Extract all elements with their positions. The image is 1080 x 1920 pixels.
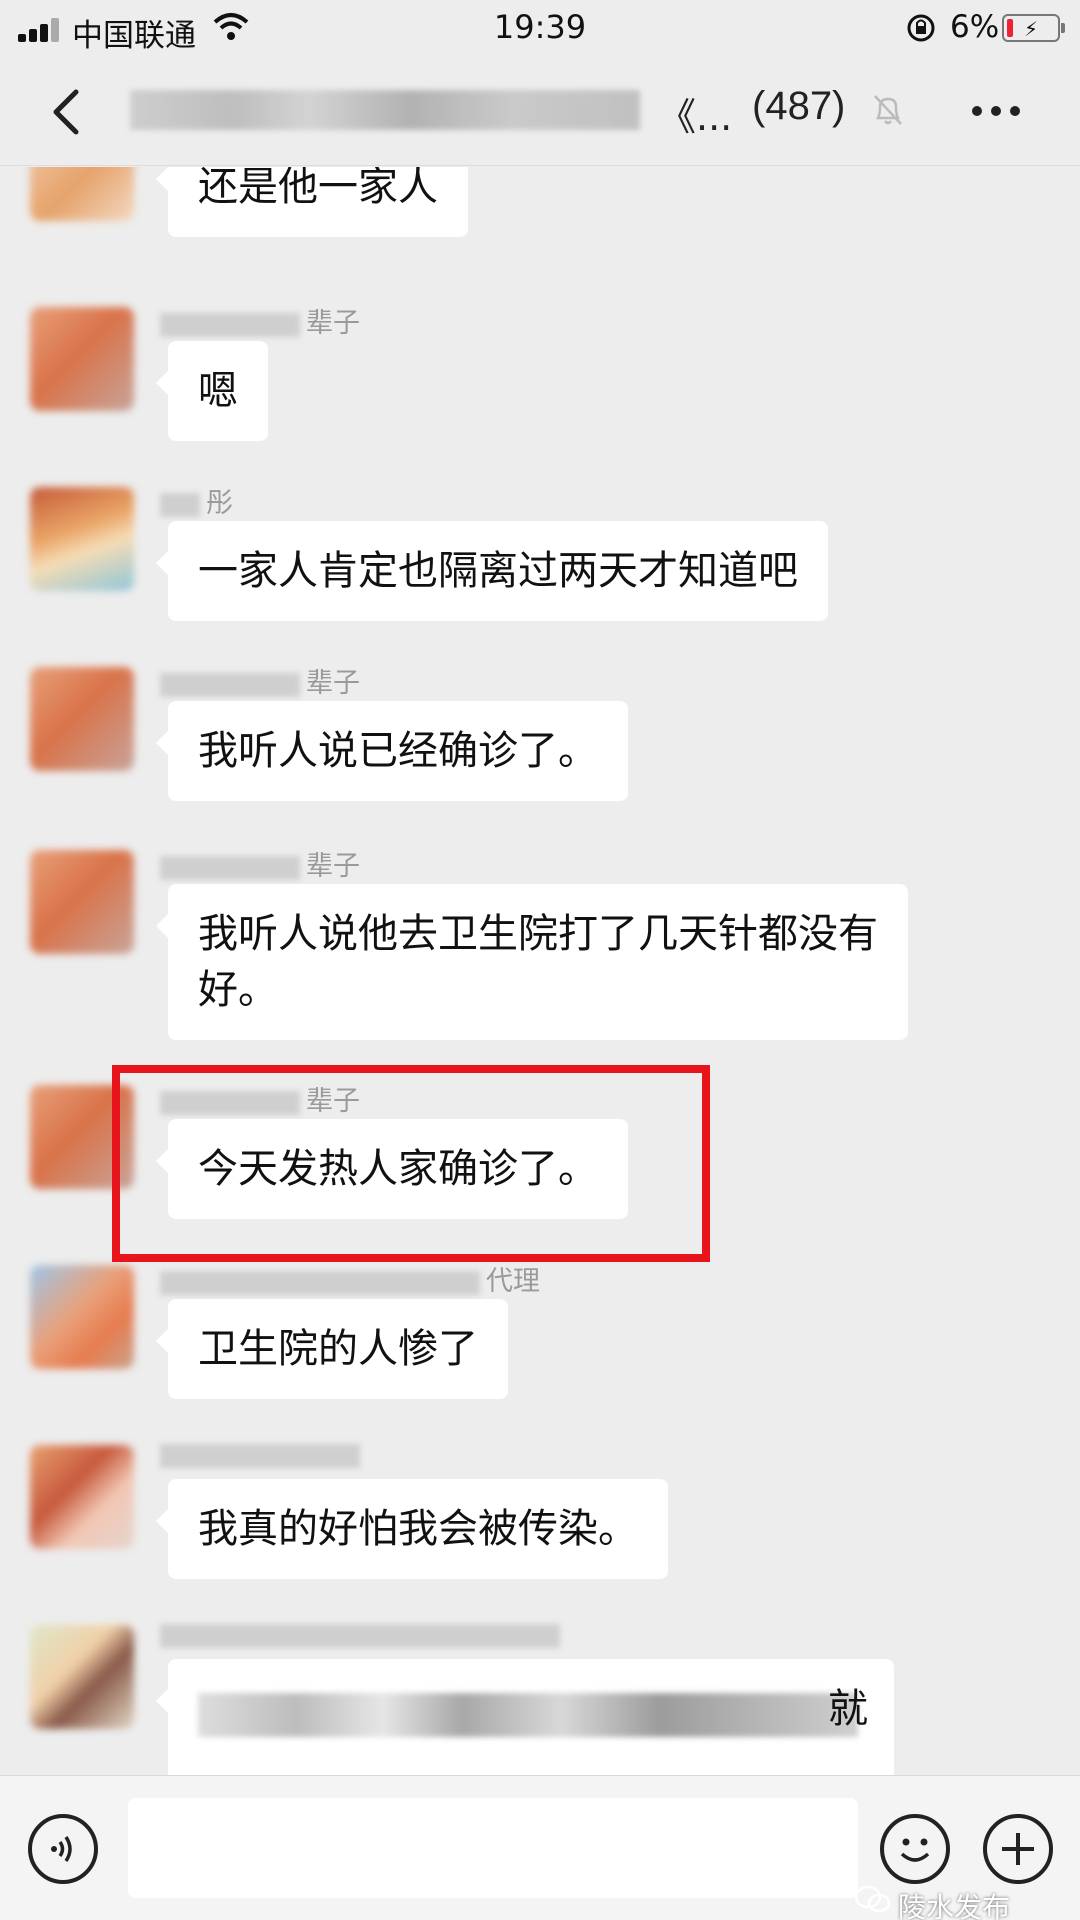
voice-icon[interactable] [28,1814,98,1884]
status-bar: 中国联通 19:39 6% ⚡ [0,0,1080,58]
emoji-icon[interactable] [880,1814,950,1884]
chat-header: 《... (487) [0,58,1080,166]
sender-name [160,1439,366,1469]
message-text: 就 [828,1686,868,1732]
back-icon[interactable] [40,82,100,142]
avatar[interactable] [30,1625,134,1729]
plus-icon[interactable] [983,1814,1053,1884]
member-count: (487) [752,84,846,128]
message-bubble[interactable]: 嗯 [156,341,268,441]
avatar[interactable] [30,1265,134,1369]
group-name-suffix: 《... [658,95,733,139]
rotation-lock-icon [907,14,935,42]
message-text: 我真的好怕我会被传染。 [198,1506,638,1552]
watermark: 陵水发布 [898,1891,1011,1920]
message-bubble[interactable]: 一家人肯定也隔离过两天才知道吧 [156,521,828,621]
wechat-logo-icon [854,1885,891,1913]
avatar[interactable] [30,167,134,221]
message-bubble[interactable]: 还是他一家人 [156,167,468,237]
message-text: 还是他一家人 [198,167,438,210]
message-input[interactable] [128,1798,858,1898]
sender-name: 彤 [160,481,233,519]
avatar[interactable] [30,307,134,411]
redacted-text [198,1693,858,1737]
battery-icon: ⚡ [1002,14,1065,42]
sender-name: 代理 [160,1259,540,1297]
sender-name: 辈子 [160,301,360,339]
group-name-redacted [130,90,640,130]
more-icon[interactable] [966,96,1026,126]
sender-name [160,1619,566,1649]
message-text: 嗯 [198,368,238,414]
avatar[interactable] [30,667,134,771]
message-text: 我听人说已经确诊了。 [198,728,598,774]
battery-percent: 6% [950,9,1000,45]
message-bubble[interactable]: 我真的好怕我会被传染。 [156,1479,668,1579]
avatar[interactable] [30,487,134,591]
mute-bell-icon [874,95,902,125]
avatar[interactable] [30,850,134,954]
message-text: 卫生院的人惨了 [198,1326,478,1372]
message-bubble[interactable]: 我听人说已经确诊了。 [156,701,628,801]
highlight-box [112,1065,710,1262]
message-bubble[interactable]: 卫生院的人惨了 [156,1299,508,1399]
sender-name: 辈子 [160,844,360,882]
message-list[interactable]: 还是他一家人 辈子 嗯 彤 一家人肯定也隔离过两天才知道吧 辈子 我听人说已经确… [0,167,1080,1775]
message-text: 一家人肯定也隔离过两天才知道吧 [198,548,798,594]
message-text: 我听人说他去卫生院打了几天针都没有好。 [198,911,878,1013]
message-bubble[interactable]: 我听人说他去卫生院打了几天针都没有好。 [156,884,908,1040]
avatar[interactable] [30,1445,134,1549]
message-bubble[interactable]: 就 [156,1659,894,1775]
sender-name: 辈子 [160,661,360,699]
